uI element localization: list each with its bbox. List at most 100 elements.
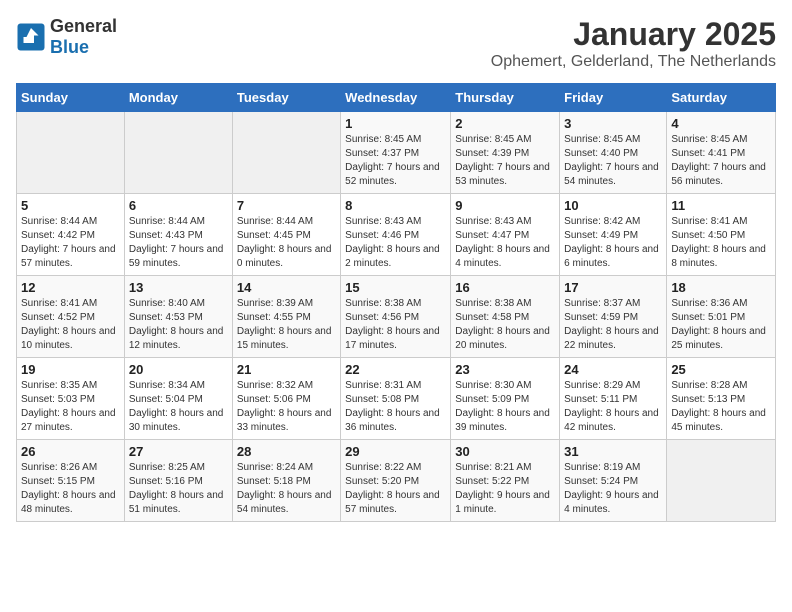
- calendar-cell: [232, 112, 340, 194]
- day-number: 5: [21, 198, 120, 213]
- week-row-3: 12Sunrise: 8:41 AM Sunset: 4:52 PM Dayli…: [17, 276, 776, 358]
- calendar-cell: 22 Sunrise: 8:31 AM Sunset: 5:08 PM Dayli…: [341, 358, 451, 440]
- calendar-cell: 7Sunrise: 8:44 AM Sunset: 4:45 PM Daylig…: [232, 194, 340, 276]
- calendar-cell: 24Sunrise: 8:29 AM Sunset: 5:11 PM Dayli…: [560, 358, 667, 440]
- calendar-cell: 1 Sunrise: 8:45 AM Sunset: 4:37 PM Daylig…: [341, 112, 451, 194]
- calendar-cell: 23 Sunrise: 8:30 AM Sunset: 5:09 PM Dayli…: [451, 358, 560, 440]
- day-info: Sunrise: 8:45 AM Sunset: 4:37 PM Dayligh…: [345, 133, 446, 189]
- day-info: Sunrise: 8:40 AM Sunset: 4:53 PM Dayligh…: [129, 297, 228, 353]
- calendar-cell: 19 Sunrise: 8:35 AM Sunset: 5:03 PM Dayli…: [17, 358, 125, 440]
- header-day-thursday: Thursday: [451, 84, 560, 112]
- day-info: Sunrise: 8:37 AM Sunset: 4:59 PM Dayligh…: [564, 297, 662, 353]
- logo-blue: Blue: [50, 37, 89, 57]
- calendar-cell: 27 Sunrise: 8:25 AM Sunset: 5:16 PM Dayli…: [124, 440, 232, 522]
- header-day-monday: Monday: [124, 84, 232, 112]
- header-day-sunday: Sunday: [17, 84, 125, 112]
- day-number: 25: [671, 362, 771, 377]
- calendar-cell: 10Sunrise: 8:42 AM Sunset: 4:49 PM Dayli…: [560, 194, 667, 276]
- day-info: Sunrise: 8:19 AM Sunset: 5:24 PM Dayligh…: [564, 461, 662, 517]
- day-number: 3: [564, 116, 662, 131]
- logo-general: General: [50, 16, 117, 36]
- day-info: Sunrise: 8:45 AM Sunset: 4:41 PM Dayligh…: [671, 133, 771, 189]
- day-number: 13: [129, 280, 228, 295]
- day-number: 22: [345, 362, 446, 377]
- day-info: Sunrise: 8:31 AM Sunset: 5:08 PM Dayligh…: [345, 379, 446, 435]
- calendar-cell: 29Sunrise: 8:22 AM Sunset: 5:20 PM Dayli…: [341, 440, 451, 522]
- day-number: 24: [564, 362, 662, 377]
- day-info: Sunrise: 8:39 AM Sunset: 4:55 PM Dayligh…: [237, 297, 336, 353]
- day-number: 11: [671, 198, 771, 213]
- calendar-cell: [667, 440, 776, 522]
- day-number: 20: [129, 362, 228, 377]
- calendar-cell: [124, 112, 232, 194]
- day-number: 27: [129, 444, 228, 459]
- day-number: 2: [455, 116, 555, 131]
- calendar-cell: 31 Sunrise: 8:19 AM Sunset: 5:24 PM Dayli…: [560, 440, 667, 522]
- day-info: Sunrise: 8:44 AM Sunset: 4:43 PM Dayligh…: [129, 215, 228, 271]
- day-number: 26: [21, 444, 120, 459]
- day-number: 14: [237, 280, 336, 295]
- day-info: Sunrise: 8:26 AM Sunset: 5:15 PM Dayligh…: [21, 461, 120, 517]
- calendar-cell: 18 Sunrise: 8:36 AM Sunset: 5:01 PM Dayli…: [667, 276, 776, 358]
- day-info: Sunrise: 8:42 AM Sunset: 4:49 PM Dayligh…: [564, 215, 662, 271]
- calendar-cell: 28 Sunrise: 8:24 AM Sunset: 5:18 PM Dayli…: [232, 440, 340, 522]
- day-number: 4: [671, 116, 771, 131]
- calendar-cell: 14 Sunrise: 8:39 AM Sunset: 4:55 PM Dayli…: [232, 276, 340, 358]
- calendar-cell: 9Sunrise: 8:43 AM Sunset: 4:47 PM Daylig…: [451, 194, 560, 276]
- day-info: Sunrise: 8:45 AM Sunset: 4:40 PM Dayligh…: [564, 133, 662, 189]
- day-info: Sunrise: 8:25 AM Sunset: 5:16 PM Dayligh…: [129, 461, 228, 517]
- calendar-table: SundayMondayTuesdayWednesdayThursdayFrid…: [16, 83, 776, 522]
- calendar-cell: 30Sunrise: 8:21 AM Sunset: 5:22 PM Dayli…: [451, 440, 560, 522]
- week-row-2: 5 Sunrise: 8:44 AM Sunset: 4:42 PM Daylig…: [17, 194, 776, 276]
- day-number: 29: [345, 444, 446, 459]
- day-number: 15: [345, 280, 446, 295]
- day-info: Sunrise: 8:41 AM Sunset: 4:50 PM Dayligh…: [671, 215, 771, 271]
- title-block: January 2025 Ophemert, Gelderland, The N…: [491, 16, 776, 71]
- calendar-body: 1 Sunrise: 8:45 AM Sunset: 4:37 PM Daylig…: [17, 112, 776, 522]
- header-day-friday: Friday: [560, 84, 667, 112]
- calendar-cell: 17 Sunrise: 8:37 AM Sunset: 4:59 PM Dayli…: [560, 276, 667, 358]
- day-number: 16: [455, 280, 555, 295]
- day-number: 1: [345, 116, 446, 131]
- week-row-5: 26 Sunrise: 8:26 AM Sunset: 5:15 PM Dayli…: [17, 440, 776, 522]
- day-number: 18: [671, 280, 771, 295]
- day-info: Sunrise: 8:44 AM Sunset: 4:42 PM Dayligh…: [21, 215, 120, 271]
- calendar-cell: 15Sunrise: 8:38 AM Sunset: 4:56 PM Dayli…: [341, 276, 451, 358]
- day-info: Sunrise: 8:35 AM Sunset: 5:03 PM Dayligh…: [21, 379, 120, 435]
- week-row-4: 19 Sunrise: 8:35 AM Sunset: 5:03 PM Dayli…: [17, 358, 776, 440]
- day-number: 30: [455, 444, 555, 459]
- page-header: General Blue January 2025 Ophemert, Geld…: [16, 16, 776, 71]
- day-info: Sunrise: 8:24 AM Sunset: 5:18 PM Dayligh…: [237, 461, 336, 517]
- day-number: 12: [21, 280, 120, 295]
- calendar-cell: 8 Sunrise: 8:43 AM Sunset: 4:46 PM Daylig…: [341, 194, 451, 276]
- calendar-cell: 2Sunrise: 8:45 AM Sunset: 4:39 PM Daylig…: [451, 112, 560, 194]
- location: Ophemert, Gelderland, The Netherlands: [491, 53, 776, 71]
- day-number: 8: [345, 198, 446, 213]
- calendar-cell: 25 Sunrise: 8:28 AM Sunset: 5:13 PM Dayli…: [667, 358, 776, 440]
- day-number: 17: [564, 280, 662, 295]
- day-info: Sunrise: 8:38 AM Sunset: 4:58 PM Dayligh…: [455, 297, 555, 353]
- day-number: 21: [237, 362, 336, 377]
- calendar-cell: [17, 112, 125, 194]
- calendar-cell: 20 Sunrise: 8:34 AM Sunset: 5:04 PM Dayli…: [124, 358, 232, 440]
- day-number: 31: [564, 444, 662, 459]
- header-day-wednesday: Wednesday: [341, 84, 451, 112]
- calendar-cell: 5 Sunrise: 8:44 AM Sunset: 4:42 PM Daylig…: [17, 194, 125, 276]
- day-info: Sunrise: 8:36 AM Sunset: 5:01 PM Dayligh…: [671, 297, 771, 353]
- day-number: 19: [21, 362, 120, 377]
- logo-text: General Blue: [50, 16, 117, 58]
- day-info: Sunrise: 8:32 AM Sunset: 5:06 PM Dayligh…: [237, 379, 336, 435]
- calendar-cell: 21 Sunrise: 8:32 AM Sunset: 5:06 PM Dayli…: [232, 358, 340, 440]
- day-number: 23: [455, 362, 555, 377]
- calendar-cell: 11 Sunrise: 8:41 AM Sunset: 4:50 PM Dayli…: [667, 194, 776, 276]
- day-number: 28: [237, 444, 336, 459]
- day-info: Sunrise: 8:30 AM Sunset: 5:09 PM Dayligh…: [455, 379, 555, 435]
- day-info: Sunrise: 8:28 AM Sunset: 5:13 PM Dayligh…: [671, 379, 771, 435]
- day-info: Sunrise: 8:43 AM Sunset: 4:46 PM Dayligh…: [345, 215, 446, 271]
- header-day-saturday: Saturday: [667, 84, 776, 112]
- logo: General Blue: [16, 16, 117, 58]
- calendar-header: SundayMondayTuesdayWednesdayThursdayFrid…: [17, 84, 776, 112]
- day-info: Sunrise: 8:34 AM Sunset: 5:04 PM Dayligh…: [129, 379, 228, 435]
- day-info: Sunrise: 8:44 AM Sunset: 4:45 PM Dayligh…: [237, 215, 336, 271]
- calendar-cell: 16 Sunrise: 8:38 AM Sunset: 4:58 PM Dayli…: [451, 276, 560, 358]
